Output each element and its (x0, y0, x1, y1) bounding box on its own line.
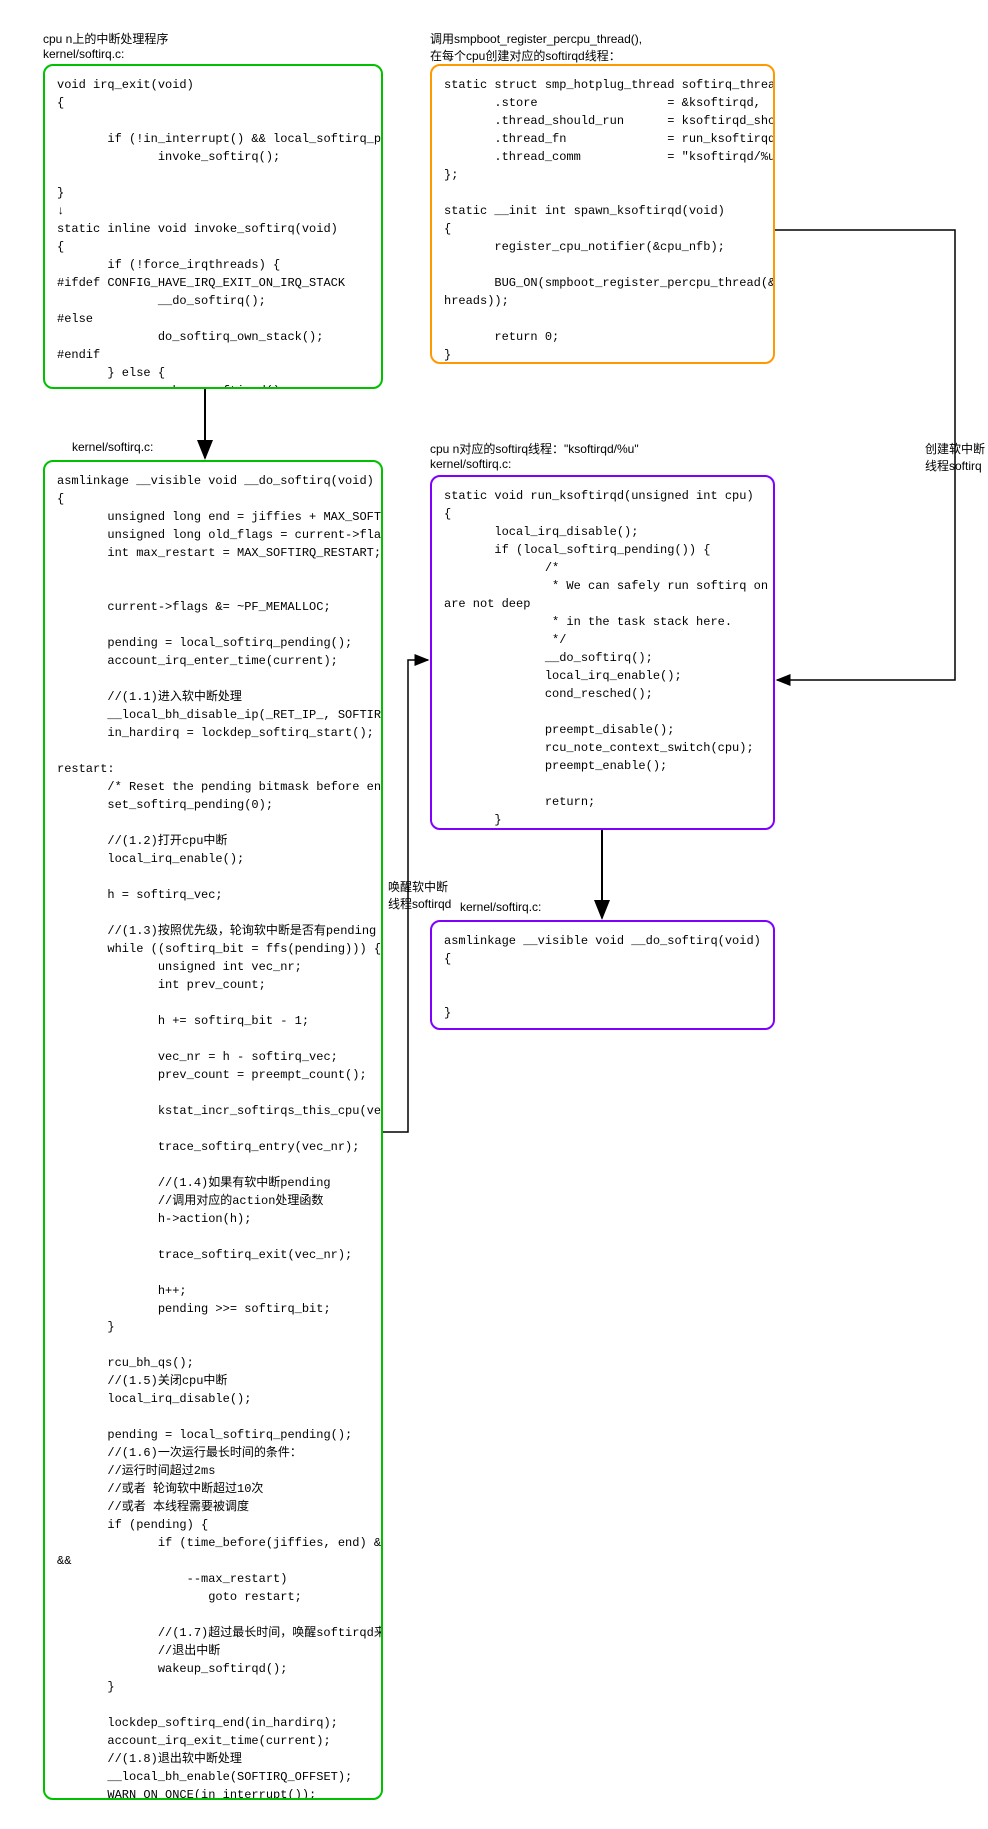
box4-code: static void run_ksoftirqd(unsigned int c… (430, 475, 775, 830)
box1-code: void irq_exit(void) { if (!in_interrupt(… (43, 64, 383, 389)
arrow-right-label: 创建软中断 线程softirq (925, 440, 985, 474)
box3-code: static struct smp_hotplug_thread softirq… (430, 64, 775, 364)
box3-label: 调用smpboot_register_percpu_thread(), 在每个c… (430, 30, 642, 64)
box5-label: kernel/softirq.c: (460, 900, 541, 914)
box5-code: asmlinkage __visible void __do_softirq(v… (430, 920, 775, 1030)
box2-code: asmlinkage __visible void __do_softirq(v… (43, 460, 383, 1800)
diagram-container: cpu n上的中断处理程序 kernel/softirq.c: void irq… (0, 0, 988, 1829)
arrow-left-label: 唤醒软中断 线程softirqd (388, 878, 451, 912)
box4-label: cpu n对应的softirq线程："ksoftirqd/%u" kernel/… (430, 440, 639, 471)
box1-label: cpu n上的中断处理程序 kernel/softirq.c: (43, 30, 168, 61)
box2-label: kernel/softirq.c: (72, 440, 153, 454)
